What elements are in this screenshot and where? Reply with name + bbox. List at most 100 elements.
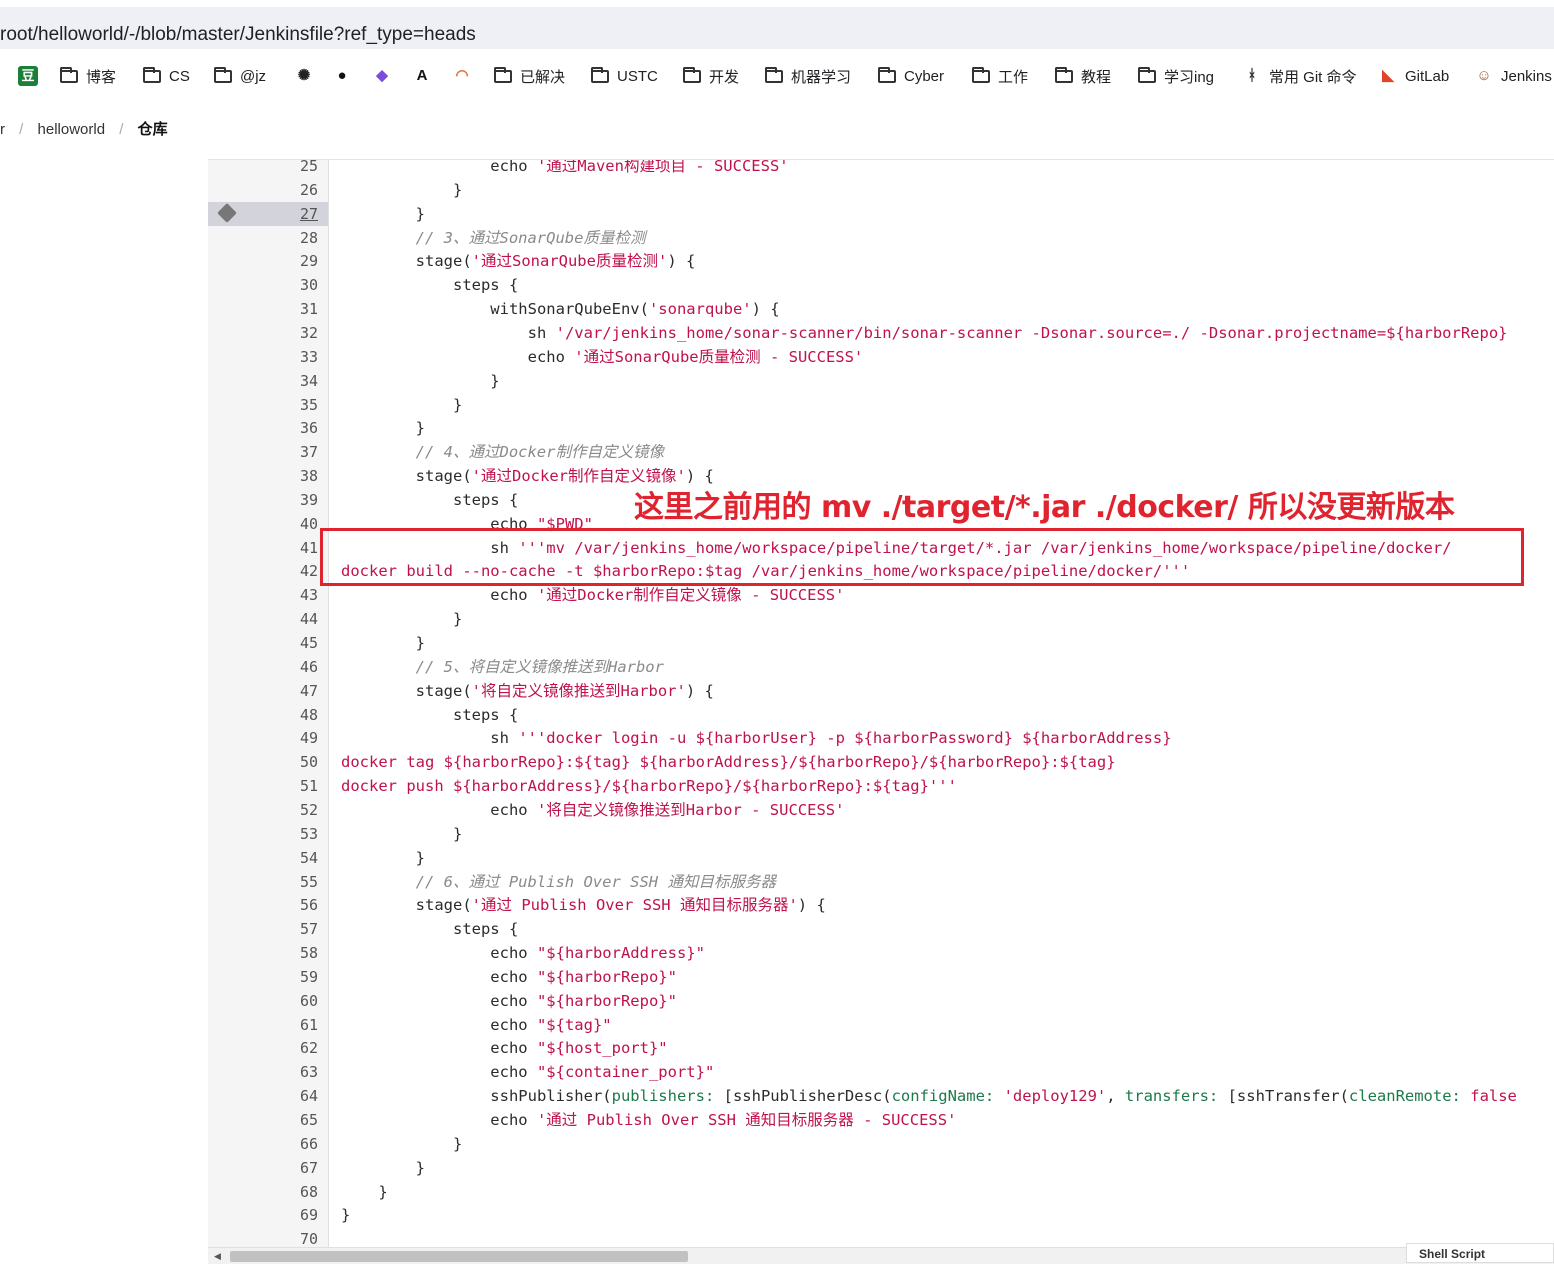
line-number[interactable]: 70 (208, 1227, 318, 1247)
bookmark-github[interactable]: ● (332, 64, 359, 88)
code-token: '将自定义镜像推送到Harbor - SUCCESS' (536, 800, 845, 819)
line-number[interactable]: 50 (208, 750, 318, 774)
bookmark-item[interactable]: 已解决 (494, 64, 565, 88)
scrollbar-thumb[interactable] (230, 1251, 688, 1262)
code-token: } (341, 824, 463, 843)
line-number[interactable]: 40 (208, 512, 318, 536)
code-text: } (341, 822, 462, 846)
url-field[interactable]: root/helloworld/-/blob/master/Jenkinsfil… (0, 7, 1554, 49)
bookmark-item[interactable]: ☺ Jenkins (1474, 64, 1552, 88)
line-number[interactable]: 42 (208, 559, 318, 583)
line-number[interactable]: 69 (208, 1203, 318, 1227)
line-number[interactable]: 28 (208, 226, 318, 250)
line-number[interactable]: 26 (208, 178, 318, 202)
line-number[interactable]: 46 (208, 655, 318, 679)
bookmark-item[interactable]: Cyber (878, 64, 944, 88)
code-token: } (341, 395, 463, 414)
line-number[interactable]: 64 (208, 1084, 318, 1108)
bookmark-anthropic[interactable]: A (412, 64, 439, 88)
code-token: sshPublisher( (341, 1087, 612, 1106)
bookmark-item[interactable]: 博客 (60, 64, 116, 88)
bookmark-item[interactable]: ᚼ 常用 Git 命令 (1242, 64, 1356, 88)
breadcrumb-project[interactable]: helloworld (38, 121, 106, 138)
url-text[interactable]: root/helloworld/-/blob/master/Jenkinsfil… (0, 24, 476, 46)
code-text: } (341, 846, 425, 870)
address-bar[interactable]: root/helloworld/-/blob/master/Jenkinsfil… (0, 0, 1554, 58)
bookmark-openai[interactable]: ✺ (294, 64, 321, 88)
bookmark-item[interactable]: 机器学习 (765, 64, 851, 88)
line-number[interactable]: 57 (208, 917, 318, 941)
code-token: echo (341, 1039, 537, 1058)
code-token: } (341, 1158, 425, 1177)
line-number[interactable]: 47 (208, 679, 318, 703)
code-token: stage( (341, 896, 472, 915)
code-text: } (341, 416, 425, 440)
bookmark-label: 机器学习 (791, 68, 852, 86)
line-number[interactable]: 31 (208, 297, 318, 321)
horizontal-scrollbar[interactable]: ◀ (208, 1247, 1554, 1264)
line-number[interactable]: 54 (208, 846, 318, 870)
code-token: } (341, 419, 425, 438)
line-number[interactable]: 66 (208, 1132, 318, 1156)
line-number[interactable]: 35 (208, 393, 318, 417)
line-number[interactable]: 67 (208, 1156, 318, 1180)
git-blame-icon[interactable] (217, 202, 237, 223)
bookmark-item[interactable]: 开发 (683, 64, 739, 88)
line-number[interactable]: 62 (208, 1036, 318, 1060)
folder-icon (683, 66, 701, 83)
bookmark-item[interactable]: 工作 (972, 64, 1028, 88)
line-number[interactable]: 37 (208, 440, 318, 464)
scroll-left-icon[interactable]: ◀ (214, 1251, 221, 1262)
bookmark-item[interactable]: 教程 (1055, 64, 1111, 88)
code-token: docker push ${harborAddress}/${harborRep… (341, 777, 957, 796)
line-number[interactable]: 30 (208, 273, 318, 297)
bookmark-item[interactable]: ◣ GitLab (1378, 64, 1449, 88)
line-number[interactable]: 49 (208, 726, 318, 750)
bookmark-copilot[interactable]: ◆ (372, 64, 399, 88)
code-text: } (341, 369, 499, 393)
line-number[interactable]: 44 (208, 607, 318, 631)
line-number[interactable]: 36 (208, 416, 318, 440)
code-token: configName: (891, 1087, 995, 1106)
code-text: } (341, 631, 425, 655)
bookmark-item[interactable]: @jz (214, 64, 266, 88)
bookmark-jupyter[interactable]: ◠ (452, 64, 479, 88)
line-number[interactable]: 39 (208, 488, 318, 512)
line-number[interactable]: 38 (208, 464, 318, 488)
line-number[interactable]: 52 (208, 798, 318, 822)
line-number[interactable]: 53 (208, 822, 318, 846)
line-number[interactable]: 25 (208, 160, 318, 178)
line-number[interactable]: 51 (208, 774, 318, 798)
bookmark-douban[interactable]: 豆 (18, 64, 45, 88)
line-number[interactable]: 55 (208, 870, 318, 894)
line-number[interactable]: 32 (208, 321, 318, 345)
line-number[interactable]: 56 (208, 893, 318, 917)
line-number[interactable]: 59 (208, 965, 318, 989)
line-number[interactable]: 41 (208, 536, 318, 560)
line-number[interactable]: 43 (208, 583, 318, 607)
code-token: "${container_port}" (536, 1063, 715, 1082)
code-text: } (341, 1180, 387, 1204)
line-number[interactable]: 48 (208, 703, 318, 727)
folder-icon (494, 66, 512, 83)
line-number[interactable]: 63 (208, 1060, 318, 1084)
line-number[interactable]: 61 (208, 1013, 318, 1037)
line-number[interactable]: 65 (208, 1108, 318, 1132)
line-number[interactable]: 60 (208, 989, 318, 1013)
line-number[interactable]: 33 (208, 345, 318, 369)
bookmark-label: 学习ing (1164, 68, 1215, 86)
line-number[interactable]: 68 (208, 1180, 318, 1204)
bookmark-item[interactable]: 学习ing (1138, 64, 1214, 88)
bookmark-item[interactable]: USTC (591, 64, 658, 88)
line-number[interactable]: 29 (208, 249, 318, 273)
line-number[interactable]: 58 (208, 941, 318, 965)
line-number[interactable]: 45 (208, 631, 318, 655)
line-number[interactable]: 27 (208, 201, 328, 226)
bookmark-item[interactable]: CS (143, 64, 190, 88)
breadcrumb-prev[interactable]: r (0, 121, 5, 138)
line-number[interactable]: 34 (208, 369, 318, 393)
code-text: echo '通过Maven构建项目 - SUCCESS' (341, 160, 788, 178)
code-token: docker tag ${harborRepo}:${tag} ${harbor… (341, 753, 1116, 772)
folder-icon (1055, 66, 1073, 83)
